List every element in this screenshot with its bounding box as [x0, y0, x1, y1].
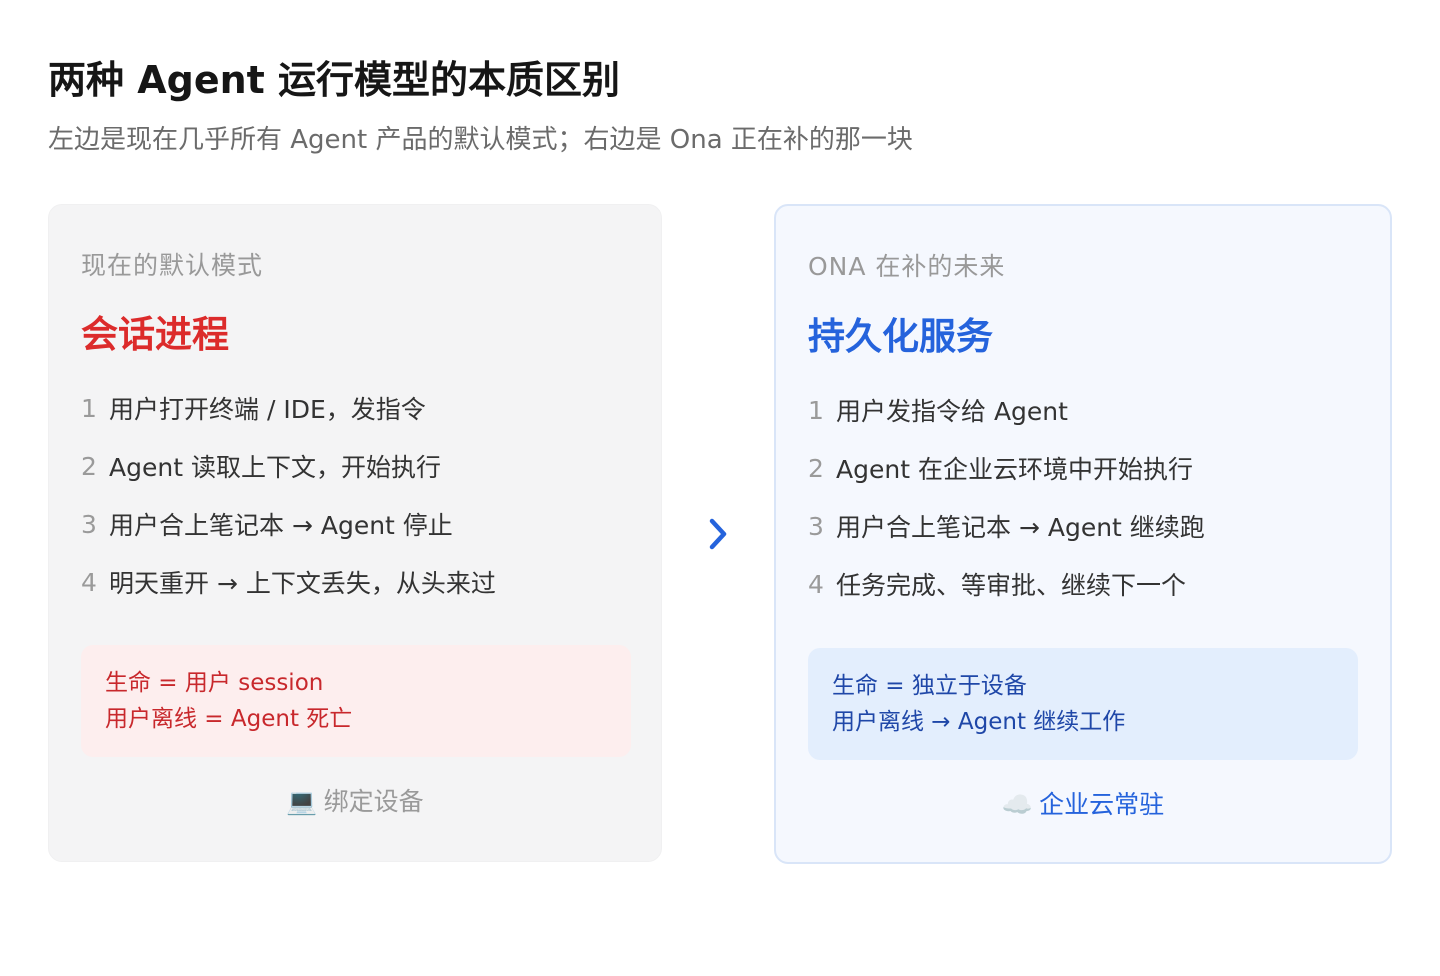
future-mode-footer-text: 企业云常驻 [1039, 790, 1165, 819]
page-subtitle: 左边是现在几乎所有 Agent 产品的默认模式；右边是 Ona 正在补的那一块 [48, 125, 913, 155]
current-mode-card: 现在的默认模式 会话进程 1 用户打开终端 / IDE，发指令 2 Agent … [48, 204, 662, 862]
future-mode-note: 生命 = 独立于设备 用户离线 → Agent 继续工作 [808, 648, 1358, 760]
step-item: 3 用户合上笔记本 → Agent 继续跑 [808, 509, 1205, 543]
step-number: 1 [808, 395, 824, 425]
step-item: 4 任务完成、等审批、继续下一个 [808, 567, 1205, 601]
note-line: 生命 = 用户 session [105, 670, 324, 696]
step-text: 用户合上笔记本 → Agent 继续跑 [836, 513, 1205, 542]
step-item: 4 明天重开 → 上下文丢失，从头来过 [81, 565, 496, 599]
step-item: 2 Agent 读取上下文，开始执行 [81, 449, 496, 483]
future-mode-steps: 1 用户发指令给 Agent 2 Agent 在企业云环境中开始执行 3 用户合… [808, 393, 1205, 625]
step-text: 用户打开终端 / IDE，发指令 [109, 395, 426, 424]
current-mode-note: 生命 = 用户 session 用户离线 = Agent 死亡 [81, 645, 631, 757]
note-line: 用户离线 → Agent 继续工作 [832, 709, 1126, 735]
step-text: Agent 在企业云环境中开始执行 [836, 455, 1193, 484]
step-item: 1 用户打开终端 / IDE，发指令 [81, 391, 496, 425]
page-title: 两种 Agent 运行模型的本质区别 [48, 58, 621, 102]
step-item: 1 用户发指令给 Agent [808, 393, 1205, 427]
future-mode-label: ONA 在补的未来 [808, 252, 1006, 281]
step-number: 1 [81, 393, 97, 423]
step-number: 2 [808, 453, 824, 483]
note-line: 生命 = 独立于设备 [832, 673, 1027, 699]
future-mode-footer: ☁️ 企业云常驻 [776, 788, 1390, 822]
step-text: Agent 读取上下文，开始执行 [109, 453, 441, 482]
step-number: 3 [808, 511, 824, 541]
step-text: 任务完成、等审批、继续下一个 [836, 571, 1187, 600]
current-mode-steps: 1 用户打开终端 / IDE，发指令 2 Agent 读取上下文，开始执行 3 … [81, 391, 496, 623]
current-mode-label: 现在的默认模式 [81, 251, 264, 280]
current-mode-footer-text: 绑定设备 [323, 787, 424, 816]
current-mode-footer: 💻 绑定设备 [49, 785, 661, 819]
step-text: 用户合上笔记本 → Agent 停止 [109, 511, 453, 540]
future-mode-card: ONA 在补的未来 持久化服务 1 用户发指令给 Agent 2 Agent 在… [774, 204, 1392, 864]
future-mode-heading: 持久化服务 [808, 315, 993, 358]
step-number: 2 [81, 451, 97, 481]
step-number: 4 [808, 569, 824, 599]
note-line: 用户离线 = Agent 死亡 [105, 706, 353, 732]
step-number: 4 [81, 567, 97, 597]
step-text: 明天重开 → 上下文丢失，从头来过 [109, 569, 496, 598]
step-item: 2 Agent 在企业云环境中开始执行 [808, 451, 1205, 485]
current-mode-heading: 会话进程 [81, 313, 229, 356]
cloud-icon: ☁️ [1001, 790, 1034, 819]
laptop-icon: 💻 [286, 787, 318, 816]
step-number: 3 [81, 509, 97, 539]
step-text: 用户发指令给 Agent [836, 397, 1068, 426]
step-item: 3 用户合上笔记本 → Agent 停止 [81, 507, 496, 541]
chevron-right-icon [709, 518, 727, 550]
